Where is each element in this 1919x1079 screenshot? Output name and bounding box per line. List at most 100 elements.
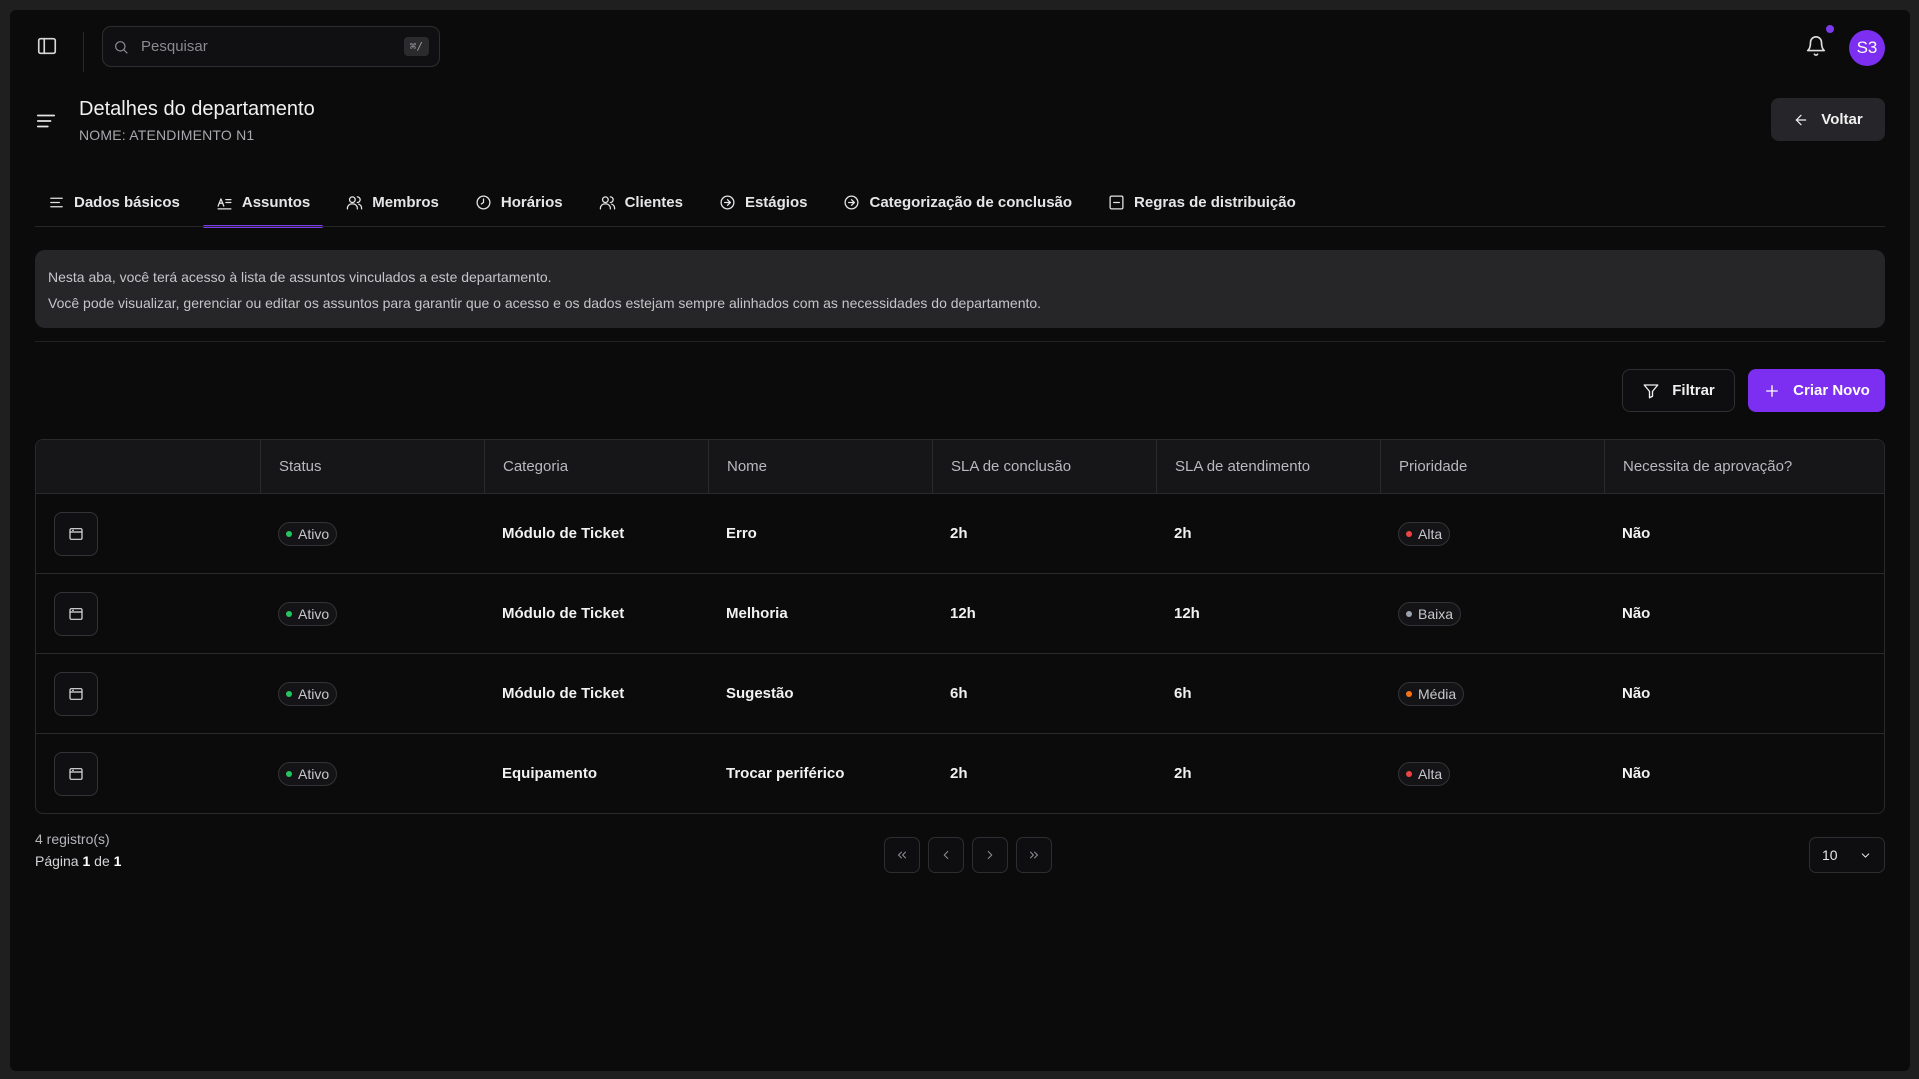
tab-label: Estágios [744,194,808,211]
list-icon [48,194,65,211]
status-dot [286,770,292,777]
status-dot [286,530,292,537]
tab-label: Dados básicos [74,194,180,211]
tab-label: Categorização de conclusão [869,194,1073,211]
tab-regras-distribuicao[interactable]: Regras de distribuição [1095,178,1309,227]
approval-cell: Não [1622,685,1651,702]
info-line: Nesta aba, você terá acesso à lista de a… [48,269,552,285]
window-icon [68,526,84,542]
priority-cell: Alta [1380,734,1604,813]
page-of: de [94,853,110,869]
category-cell: Equipamento [502,765,598,782]
tab-dados-basicos[interactable]: Dados básicos [35,178,193,227]
priority-dot [1406,770,1412,777]
menu-icon[interactable] [35,110,57,132]
column-header-approval: Necessita de aprovação? [1604,440,1884,493]
chevron-down-icon [1859,849,1872,862]
next-page-button[interactable] [972,837,1008,873]
filter-label: Filtrar [1672,382,1715,399]
page-title: Detalhes do departamento [79,98,315,120]
priority-cell: Média [1380,654,1604,733]
status-text: Ativo [298,685,330,702]
bell-icon[interactable] [1805,35,1827,57]
column-header-category: Categoria [484,440,708,493]
search-input[interactable] [141,38,392,55]
tab-label: Regras de distribuição [1134,194,1296,211]
filter-icon [1642,382,1660,400]
back-button[interactable]: Voltar [1771,98,1885,141]
records-count: 4 registro(s) [35,831,110,847]
tab-categorizacao-conclusao[interactable]: Categorização de conclusão [830,178,1085,227]
category-cell: Módulo de Ticket [502,685,625,702]
status-badge: Ativo [278,761,338,786]
priority-cell: Alta [1380,494,1604,573]
sla-conclusion-cell: 6h [950,685,968,702]
tabs-divider [35,226,1885,227]
priority-text: Média [1418,685,1457,702]
sla-conclusion-cell: 2h [950,525,968,542]
page-info: Página 1 de 1 [35,853,121,869]
chevrons-left-icon [895,848,909,862]
tab-assuntos[interactable]: Assuntos [202,178,324,228]
create-new-button[interactable]: Criar Novo [1748,369,1885,412]
first-page-button[interactable] [884,837,920,873]
status-cell: Ativo [260,574,484,653]
window-icon [68,606,84,622]
avatar[interactable]: S3 [1849,30,1885,66]
filter-button[interactable]: Filtrar [1622,369,1735,412]
view-details-button[interactable] [54,591,98,636]
table-row: Ativo Equipamento Trocar periférico 2h 2… [36,733,1884,813]
view-details-button[interactable] [54,671,98,716]
plus-icon [1763,382,1781,400]
status-badge: Ativo [278,681,338,706]
name-cell: Erro [726,525,757,542]
view-details-button[interactable] [54,511,98,556]
priority-dot [1406,690,1412,697]
priority-badge: Alta [1398,521,1451,546]
table-row: Ativo Módulo de Ticket Melhoria 12h 12h … [36,573,1884,653]
priority-badge: Baixa [1398,601,1462,626]
priority-badge: Alta [1398,761,1451,786]
status-badge: Ativo [278,601,338,626]
status-cell: Ativo [260,494,484,573]
info-box: Nesta aba, você terá acesso à lista de a… [35,250,1885,328]
previous-page-button[interactable] [928,837,964,873]
notification-dot [1826,25,1834,33]
column-header-name: Nome [708,440,932,493]
tab-membros[interactable]: Membros [333,178,452,227]
status-dot [286,610,292,617]
status-dot [286,690,292,697]
tab-estagios[interactable]: Estágios [706,178,821,227]
page-size-value: 10 [1822,847,1838,863]
status-text: Ativo [298,765,330,782]
tab-label: Horários [500,194,563,211]
sla-conclusion-cell: 2h [950,765,968,782]
clock-icon [475,194,492,211]
table-header: Status Categoria Nome SLA de conclusão S… [36,440,1884,493]
category-cell: Módulo de Ticket [502,525,625,542]
users-icon [346,194,363,211]
table-row: Ativo Módulo de Ticket Erro 2h 2h Alta N… [36,493,1884,573]
window-icon [68,686,84,702]
sidebar-toggle-icon[interactable] [36,35,58,57]
view-details-button[interactable] [54,751,98,796]
column-header-actions [36,440,260,493]
priority-text: Baixa [1418,605,1454,622]
search-box[interactable]: ⌘/ [102,26,440,67]
app-frame: ⌘/ S3 Detalhes do departamento NOME: ATE… [10,10,1910,1071]
last-page-button[interactable] [1016,837,1052,873]
tab-bar: Dados básicos Assuntos Membros Horários … [35,178,1319,228]
column-header-priority: Prioridade [1380,440,1604,493]
actions-cell [36,654,260,733]
topbar-divider [83,32,84,72]
tab-clientes[interactable]: Clientes [586,178,696,227]
actions-cell [36,494,260,573]
status-badge: Ativo [278,521,338,546]
sla-service-cell: 12h [1174,605,1200,622]
info-line: Você pode visualizar, gerenciar ou edita… [48,295,1042,311]
arrow-left-icon [1793,112,1809,128]
page-current: 1 [82,853,91,869]
page-size-select[interactable]: 10 [1809,837,1885,873]
tab-horarios[interactable]: Horários [462,178,576,227]
pagination-controls [884,837,1052,873]
